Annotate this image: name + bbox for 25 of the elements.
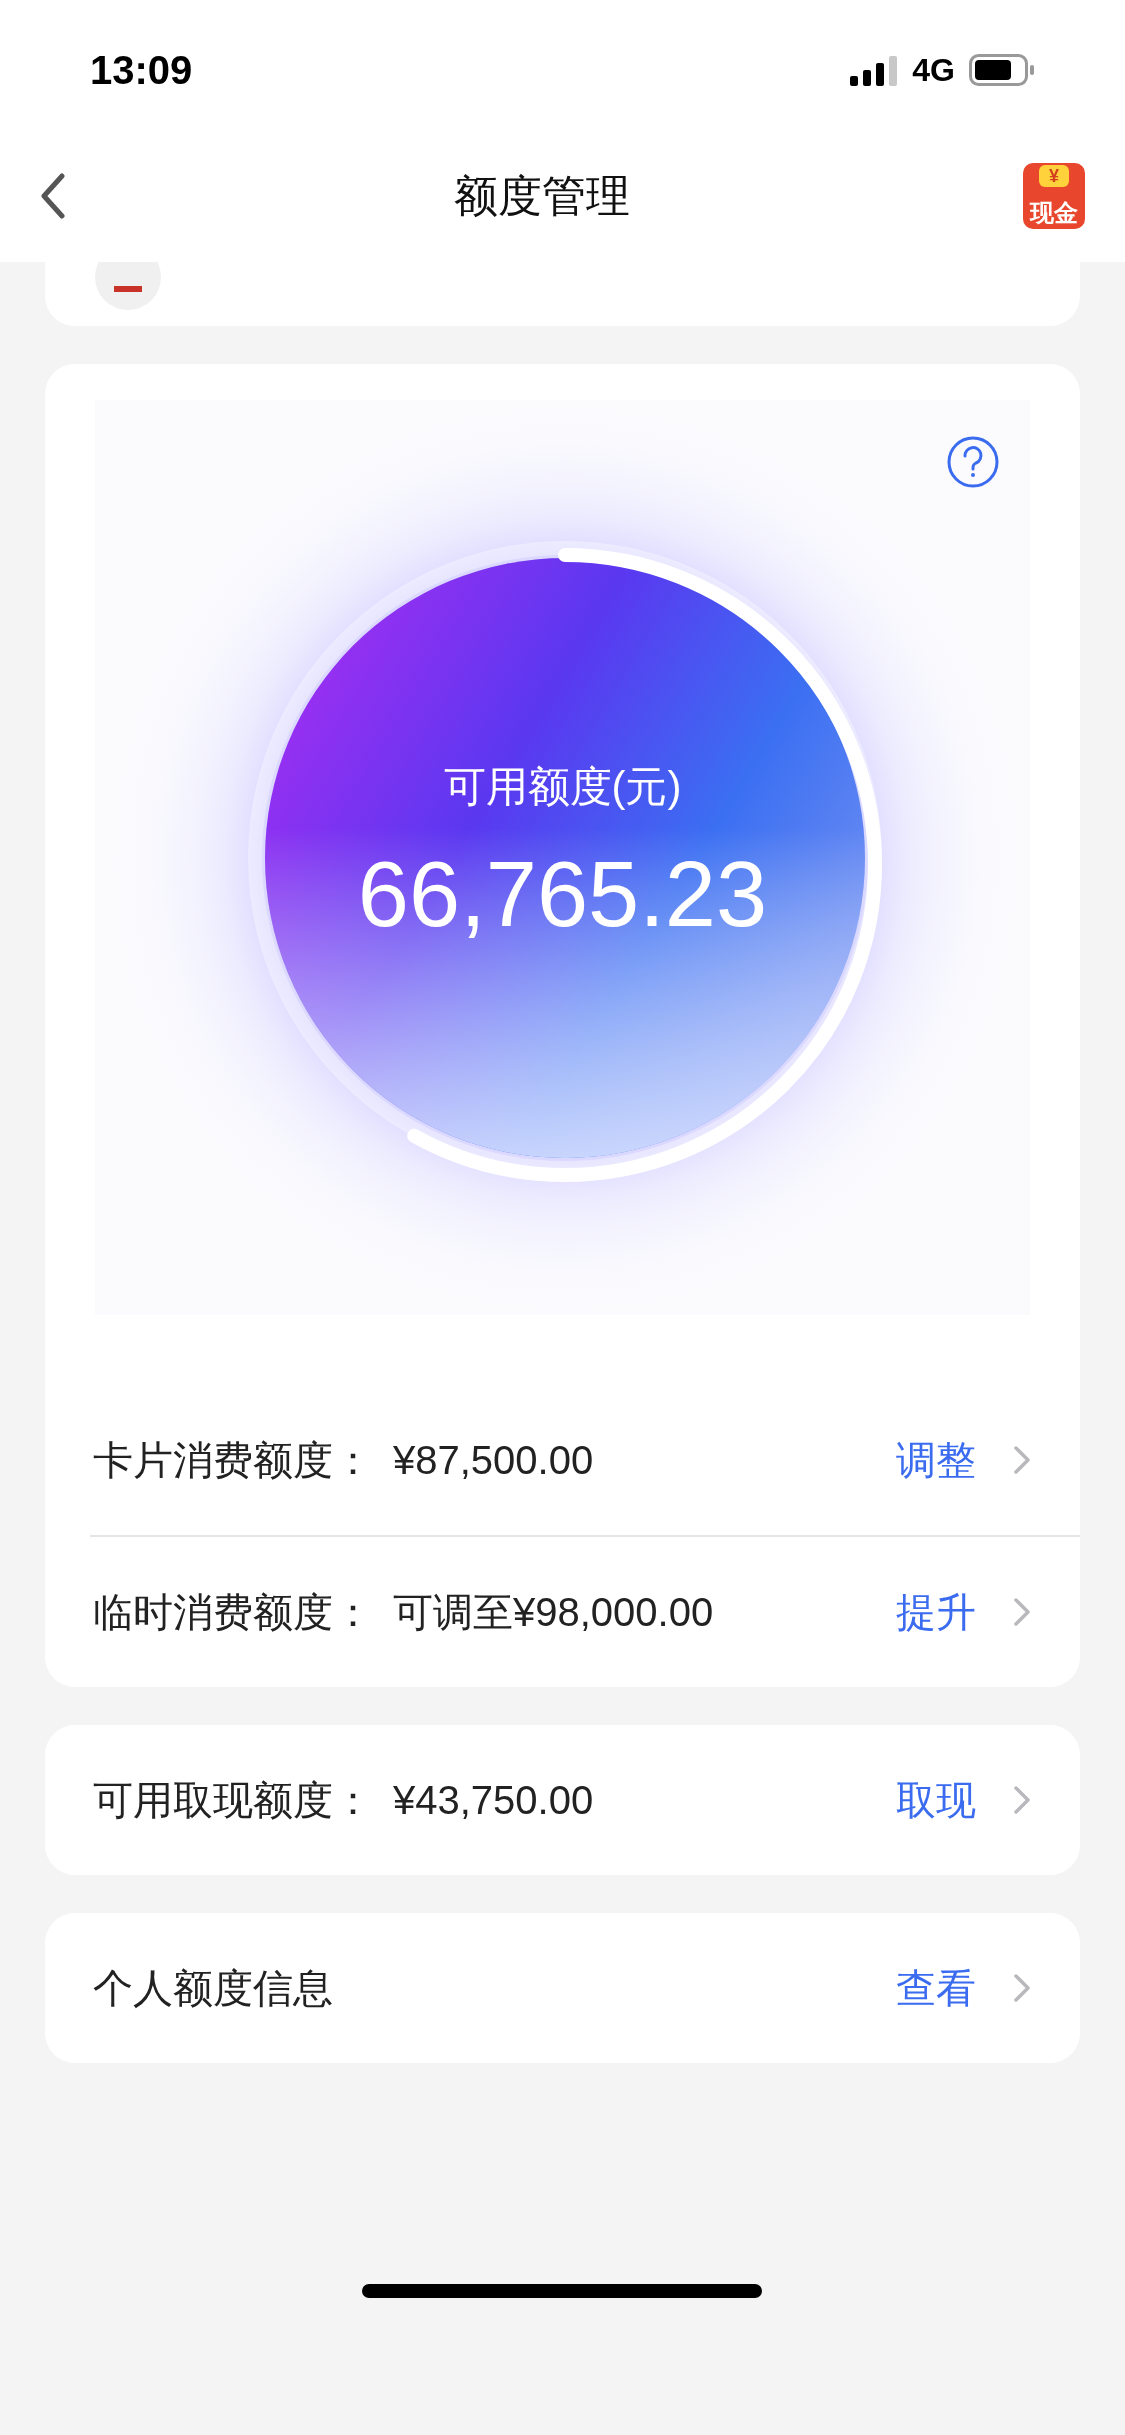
chevron-right-icon	[1012, 1784, 1032, 1816]
page-title: 额度管理	[452, 170, 631, 222]
limit-label: 卡片消费额度：	[93, 1437, 373, 1484]
action-link[interactable]: 查看	[896, 1958, 976, 2018]
chevron-right-icon	[1012, 1972, 1032, 2004]
available-amount: 66,765.23	[357, 848, 768, 940]
limit-label: 临时消费额度：	[93, 1589, 373, 1636]
cash-packet-button[interactable]: ¥ 现金	[1023, 163, 1085, 229]
limit-label: 个人额度信息	[93, 1965, 333, 2012]
action-link[interactable]: 调整	[896, 1430, 976, 1490]
network-label: 4G	[912, 51, 955, 90]
limit-label: 可用取现额度：	[93, 1777, 373, 1824]
chevron-right-icon	[1012, 1444, 1032, 1476]
cash-label: 现金	[1030, 201, 1078, 225]
battery-icon	[969, 54, 1035, 86]
available-limit-label: 可用额度(元)	[443, 762, 682, 812]
chevron-right-icon	[1012, 1596, 1032, 1628]
limit-value: ¥43,750.00	[393, 1777, 594, 1824]
help-icon[interactable]	[946, 435, 1000, 489]
limit-value: 可调至¥98,000.00	[393, 1589, 714, 1636]
status-time: 13:09	[90, 47, 193, 94]
action-link[interactable]: 取现	[896, 1770, 976, 1830]
yen-coin: ¥	[1039, 165, 1069, 187]
action-link[interactable]: 提升	[896, 1582, 976, 1642]
limit-value: ¥87,500.00	[393, 1437, 594, 1484]
